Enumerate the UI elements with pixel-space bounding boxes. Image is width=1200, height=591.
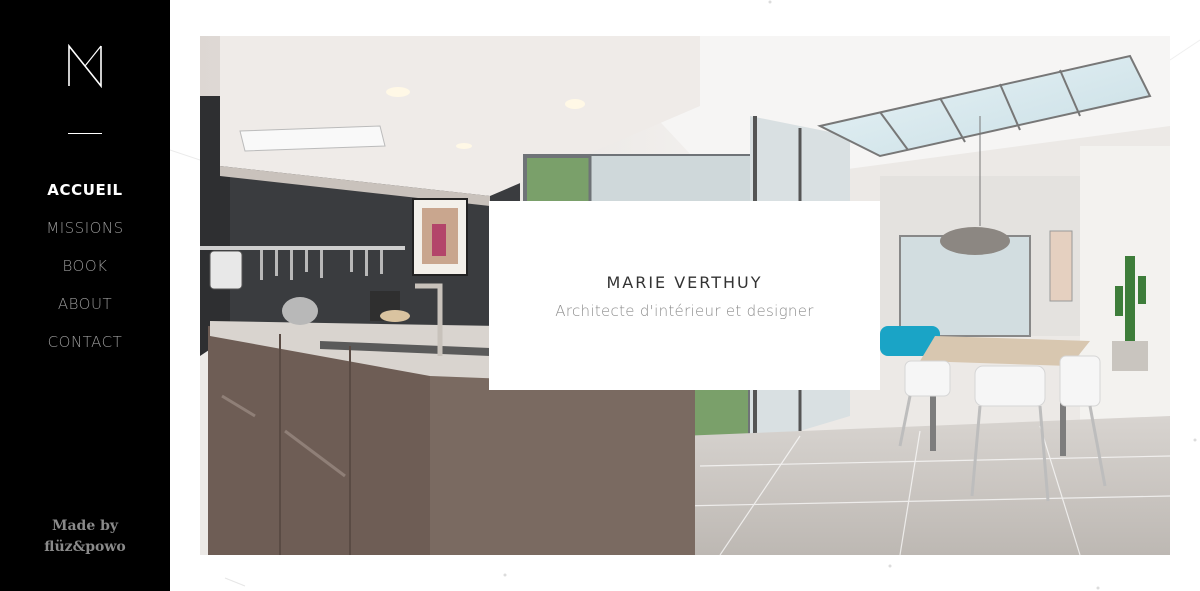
credit-line-2: flüz&powo (44, 539, 126, 555)
nav-item-missions[interactable]: MISSIONS (0, 214, 170, 252)
nav-item-book[interactable]: BOOK (0, 252, 170, 290)
nav-item-contact[interactable]: CONTACT (0, 328, 170, 366)
monogram-m-logo-icon[interactable] (66, 44, 104, 88)
sidebar: ACCUEIL MISSIONS BOOK ABOUT CONTACT Made… (0, 0, 170, 591)
nav-item-accueil[interactable]: ACCUEIL (0, 176, 170, 214)
main-nav: ACCUEIL MISSIONS BOOK ABOUT CONTACT (0, 176, 170, 366)
logo-divider (68, 133, 102, 134)
hero-title-card: MARIE VERTHUY Architecte d'intérieur et … (489, 201, 880, 390)
credit[interactable]: Made by flüz&powo (0, 516, 170, 558)
hero-image: MARIE VERTHUY Architecte d'intérieur et … (200, 36, 1170, 555)
nav-item-about[interactable]: ABOUT (0, 290, 170, 328)
hero-name: MARIE VERTHUY (606, 273, 763, 292)
credit-line-1: Made by (51, 518, 119, 534)
hero-subtitle: Architecte d'intérieur et designer (555, 302, 814, 320)
